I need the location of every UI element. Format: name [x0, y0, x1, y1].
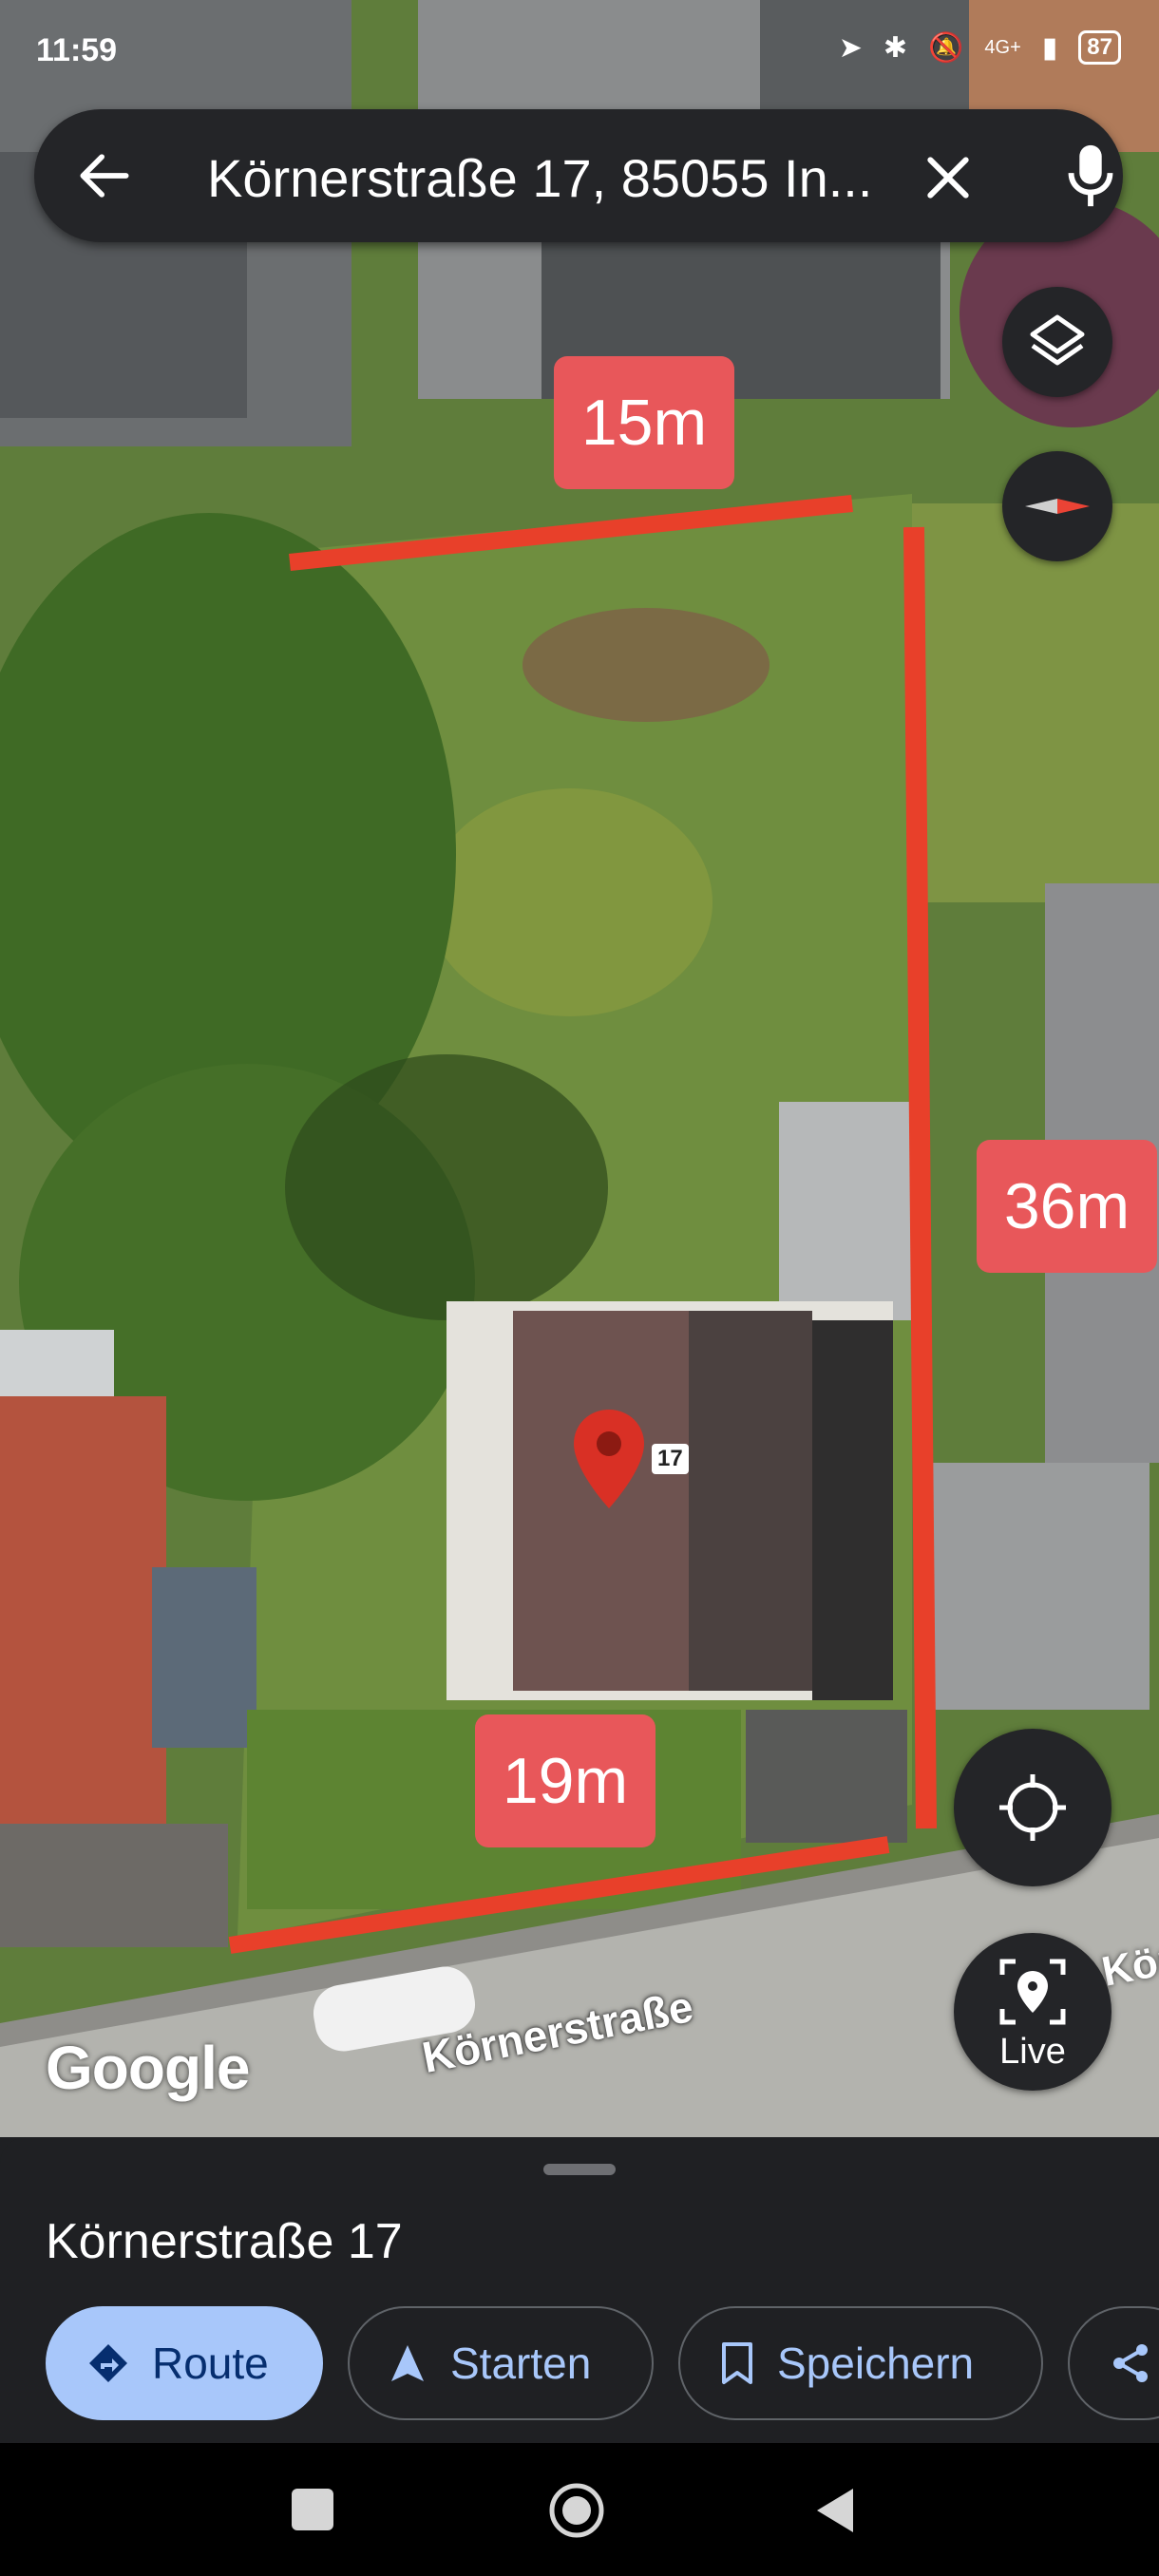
place-bottom-sheet[interactable]: Körnerstraße 17 Route Starten Speichern	[0, 2137, 1159, 2443]
location-arrow-icon: ➤	[838, 31, 863, 64]
drag-handle[interactable]	[543, 2164, 616, 2175]
status-bar: 11:59 ➤ ✱ 🔕 4G+ ▮ 87	[0, 0, 1159, 104]
battery-icon: 87	[1078, 30, 1121, 65]
status-icons: ➤ ✱ 🔕 4G+ ▮ 87	[839, 30, 1121, 65]
route-label: Route	[152, 2339, 269, 2388]
save-label: Speichern	[777, 2339, 975, 2388]
layers-icon	[1030, 314, 1085, 366]
search-bar[interactable]: Körnerstraße 17, 85055 In...	[34, 109, 1123, 242]
measurement-label-bottom: 19m	[475, 1714, 656, 1847]
live-view-icon	[999, 1959, 1066, 2025]
bluetooth-icon: ✱	[883, 31, 908, 64]
clear-icon[interactable]	[918, 147, 978, 208]
network-type: 4G+	[984, 36, 1021, 58]
start-label: Starten	[450, 2339, 592, 2388]
share-button[interactable]	[1068, 2306, 1159, 2420]
recent-apps-button[interactable]	[292, 2489, 333, 2530]
back-button[interactable]	[813, 2485, 857, 2536]
signal-icon: ▮	[1041, 31, 1058, 64]
status-time: 11:59	[36, 32, 118, 68]
location-pin-icon[interactable]	[570, 1406, 648, 1512]
my-location-button[interactable]	[954, 1729, 1112, 1886]
route-button[interactable]: Route	[46, 2306, 323, 2420]
place-title: Körnerstraße 17	[46, 2214, 403, 2269]
live-view-button[interactable]: Live	[954, 1933, 1112, 2091]
layers-button[interactable]	[1002, 287, 1112, 397]
measurement-label-right: 36m	[977, 1140, 1157, 1273]
save-button[interactable]: Speichern	[678, 2306, 1043, 2420]
house-number-label: 17	[652, 1444, 689, 1474]
measurement-label-top: 15m	[554, 356, 734, 489]
mute-icon: 🔕	[928, 31, 964, 64]
bookmark-icon	[722, 2342, 752, 2384]
google-attribution: Google	[46, 2034, 250, 2102]
microphone-icon[interactable]	[1060, 140, 1121, 212]
home-button[interactable]	[547, 2481, 606, 2540]
directions-icon	[89, 2344, 127, 2382]
system-navigation-bar	[0, 2443, 1159, 2576]
live-label: Live	[999, 2032, 1066, 2072]
navigation-arrow-icon	[391, 2345, 424, 2381]
start-button[interactable]: Starten	[348, 2306, 654, 2420]
search-query[interactable]: Körnerstraße 17, 85055 In...	[207, 147, 891, 209]
share-icon	[1113, 2344, 1148, 2382]
back-arrow-icon[interactable]	[72, 143, 137, 208]
crosshair-icon	[999, 1774, 1066, 1841]
compass-button[interactable]	[1002, 451, 1112, 561]
compass-icon	[1025, 499, 1090, 514]
